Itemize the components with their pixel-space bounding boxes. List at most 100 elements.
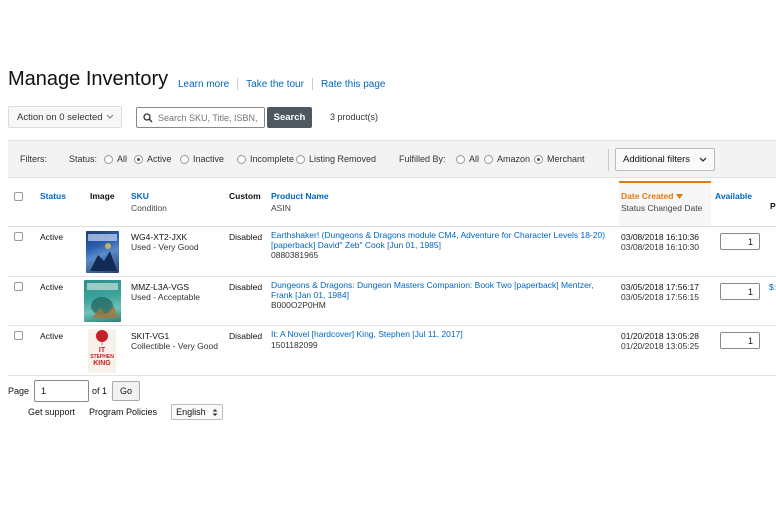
fulfilled-filter-label: Fulfilled By: <box>399 154 446 164</box>
date-created-value: 03/08/2018 16:10:36 <box>621 232 699 242</box>
fulfilled-filter-merchant[interactable]: Merchant <box>534 154 585 164</box>
header-sku[interactable]: SKU Condition <box>131 191 167 213</box>
status-all-label: All <box>117 154 128 164</box>
product-name-link[interactable]: Dungeons & Dragons: Dungeon Masters Comp… <box>271 280 615 300</box>
status-filter-label: Status: <box>69 154 98 164</box>
row-sku[interactable]: SKIT-VG1 Collectible - Very Good <box>131 331 218 351</box>
language-value: English <box>176 407 206 417</box>
row-dates: 01/20/2018 13:05:28 01/20/2018 13:05:25 <box>621 331 699 351</box>
pagination: Page 1 of 1 Go <box>8 380 141 402</box>
page-number-input[interactable]: 1 <box>34 380 90 402</box>
row-checkbox[interactable] <box>14 331 23 340</box>
rate-page-link[interactable]: Rate this page <box>321 79 386 90</box>
cover-title-text: IT <box>98 347 106 354</box>
row-status: Active <box>40 282 64 292</box>
search-field[interactable] <box>136 107 265 128</box>
chevron-down-icon <box>106 114 114 119</box>
asin-value: B000O2P0HM <box>271 300 326 310</box>
row-dates: 03/08/2018 16:10:36 03/08/2018 16:10:30 <box>621 232 699 252</box>
status-removed-label: Listing Removed <box>309 154 377 164</box>
row-status: Active <box>40 232 64 242</box>
fulfilled-all-label: All <box>469 154 480 164</box>
header-asin-label: ASIN <box>271 203 291 213</box>
program-policies-link[interactable]: Program Policies <box>89 407 157 417</box>
search-button[interactable]: Search <box>267 107 312 128</box>
divider <box>608 149 609 171</box>
language-select[interactable]: English <box>171 404 223 420</box>
header-product-label: Product Name <box>271 191 329 201</box>
learn-more-link[interactable]: Learn more <box>178 79 229 90</box>
row-checkbox[interactable] <box>14 282 23 291</box>
sku-value[interactable]: MMZ-L3A-VGS <box>131 282 189 292</box>
asin-value: 0880381965 <box>271 250 319 260</box>
take-tour-link[interactable]: Take the tour <box>246 79 304 90</box>
product-thumbnail[interactable]: IT STEPHEN KING <box>88 329 116 373</box>
row-custom: Disabled <box>229 282 263 292</box>
available-quantity-input[interactable]: 1 <box>720 233 760 250</box>
table-header: Status Image SKU Condition Custom Product… <box>8 181 776 227</box>
status-filter-listing-removed[interactable]: Listing Removed <box>296 154 376 164</box>
table-row: Active IT STEPHEN KING SKIT-VG1 Collectib… <box>8 326 776 376</box>
header-custom: Custom <box>229 191 261 201</box>
header-links: Learn more Take the tour Rate this page <box>178 78 385 90</box>
radio-icon <box>237 154 246 164</box>
sort-desc-icon <box>675 194 683 199</box>
table-row: Active MMZ-L3A-VGS Used - Acceptable Disa… <box>8 277 776 326</box>
row-product: It: A Novel [hardcover] King, Stephen [J… <box>271 329 615 350</box>
select-all-checkbox[interactable] <box>14 192 23 201</box>
condition-value: Used - Acceptable <box>131 292 200 302</box>
row-checkbox[interactable] <box>14 232 23 241</box>
product-name-link[interactable]: It: A Novel [hardcover] King, Stephen [J… <box>271 329 615 340</box>
fulfilled-filter-amazon[interactable]: Amazon <box>484 154 530 164</box>
row-status: Active <box>40 331 64 341</box>
row-sku[interactable]: MMZ-L3A-VGS Used - Acceptable <box>131 282 200 302</box>
status-filter-active[interactable]: Active <box>134 154 172 164</box>
row-dates: 03/05/2018 17:56:17 03/05/2018 17:56:15 <box>621 282 699 302</box>
available-quantity-input[interactable]: 1 <box>720 283 760 300</box>
header-status[interactable]: Status <box>40 191 66 201</box>
product-thumbnail[interactable] <box>86 231 119 273</box>
header-sku-label: SKU <box>131 191 149 201</box>
fulfilled-filter-all[interactable]: All <box>456 154 479 164</box>
date-created-value: 03/05/2018 17:56:17 <box>621 282 699 292</box>
product-count: 3 product(s) <box>330 112 379 122</box>
available-quantity-input[interactable]: 1 <box>720 332 760 349</box>
status-filter-incomplete[interactable]: Incomplete <box>237 154 294 164</box>
go-button[interactable]: Go <box>112 381 141 401</box>
additional-filters-label: Additional filters <box>623 154 691 165</box>
header-condition-label: Condition <box>131 203 167 213</box>
radio-icon <box>180 154 189 164</box>
truncated-price: $: <box>769 282 776 292</box>
status-inactive-label: Inactive <box>193 154 225 164</box>
condition-value: Collectible - Very Good <box>131 341 218 351</box>
search-input[interactable] <box>158 112 258 123</box>
status-changed-value: 01/20/2018 13:05:25 <box>621 341 699 351</box>
header-product-name[interactable]: Product Name ASIN <box>271 191 329 213</box>
fulfilled-amazon-label: Amazon <box>497 154 531 164</box>
bulk-action-dropdown[interactable]: Action on 0 selected <box>8 106 122 128</box>
header-available[interactable]: Available <box>715 191 752 201</box>
status-filter-all[interactable]: All <box>104 154 127 164</box>
book-cover-image <box>87 283 118 318</box>
radio-icon <box>484 154 493 164</box>
row-product: Earthshaker! (Dungeons & Dragons module … <box>271 230 615 260</box>
product-name-link[interactable]: Earthshaker! (Dungeons & Dragons module … <box>271 230 615 250</box>
chevron-down-icon <box>699 157 707 162</box>
sku-value[interactable]: SKIT-VG1 <box>131 331 169 341</box>
page-label: Page <box>8 386 30 396</box>
asin-value: 1501182099 <box>271 339 318 350</box>
header-status-changed-label: Status Changed Date <box>621 203 703 213</box>
radio-icon <box>104 154 113 164</box>
header-date-created[interactable]: Date Created Status Changed Date <box>621 191 702 213</box>
get-support-link[interactable]: Get support <box>28 407 75 417</box>
fulfilled-merchant-label: Merchant <box>547 154 585 164</box>
product-thumbnail[interactable] <box>84 280 121 322</box>
additional-filters-dropdown[interactable]: Additional filters <box>615 148 715 171</box>
row-custom: Disabled <box>229 232 263 242</box>
balloon-image <box>96 330 108 345</box>
row-sku[interactable]: WG4-XT2-JXK Used - Very Good <box>131 232 199 252</box>
sku-value[interactable]: WG4-XT2-JXK <box>131 232 187 242</box>
status-changed-value: 03/08/2018 16:10:30 <box>621 242 699 252</box>
footer: Get support Program Policies English <box>28 404 223 420</box>
status-filter-inactive[interactable]: Inactive <box>180 154 224 164</box>
